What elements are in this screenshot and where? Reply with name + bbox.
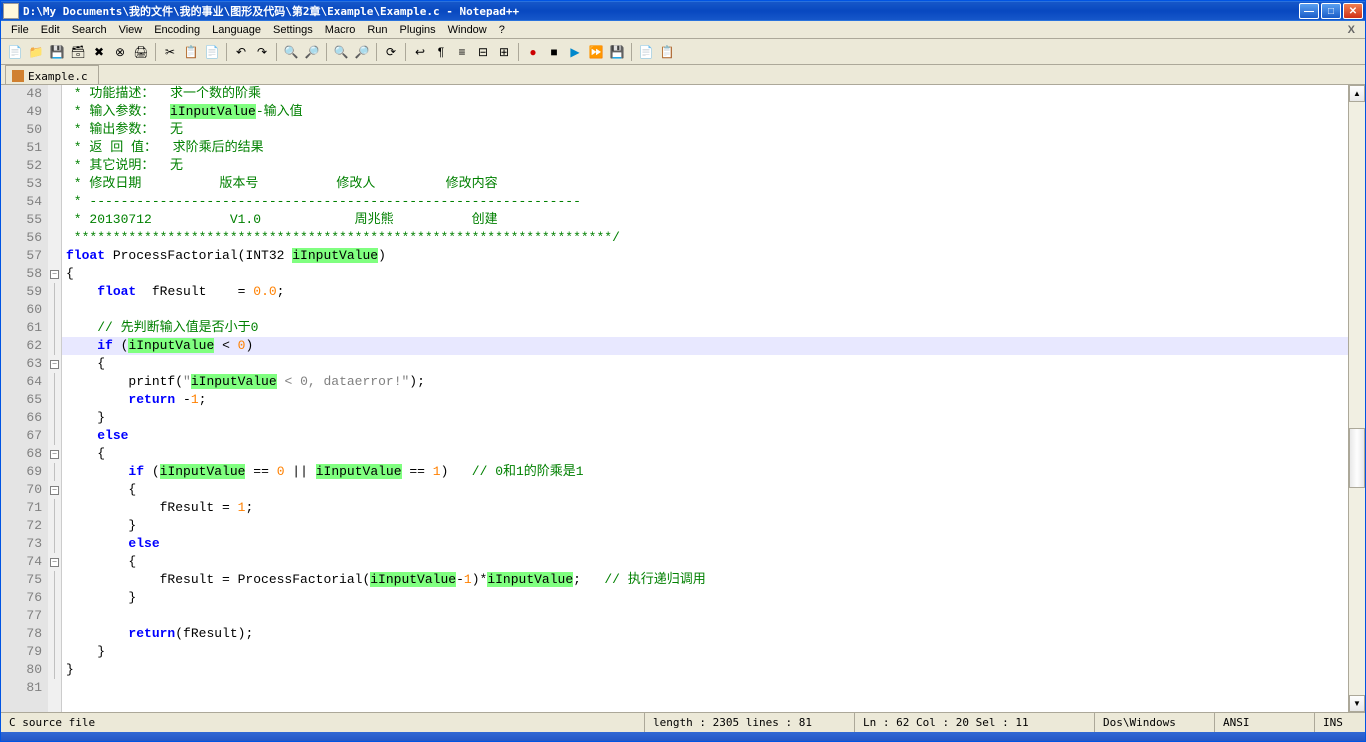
closefile-icon[interactable]: ✖ <box>89 42 109 62</box>
zoomout-icon[interactable]: 🔎 <box>352 42 372 62</box>
menu-view[interactable]: View <box>113 23 149 37</box>
cut-icon[interactable]: ✂ <box>160 42 180 62</box>
tab-bar: Example.c <box>1 65 1365 85</box>
closeall-icon[interactable]: ⊗ <box>110 42 130 62</box>
status-length: length : 2305 lines : 81 <box>645 713 855 732</box>
window-controls: — □ ✕ <box>1299 3 1363 19</box>
tab-example-c[interactable]: Example.c <box>5 65 99 84</box>
unfold-icon[interactable]: ⊞ <box>494 42 514 62</box>
open-icon[interactable]: 📁 <box>26 42 46 62</box>
toolbar-sep <box>376 43 377 61</box>
code-editor[interactable]: * 功能描述： 求一个数的阶乘 * 输入参数： iInputValue-输入值 … <box>62 85 1348 712</box>
status-encoding: ANSI <box>1215 713 1315 732</box>
find-icon[interactable]: 🔍 <box>281 42 301 62</box>
toolbar-sep <box>326 43 327 61</box>
savem-icon[interactable]: 💾 <box>607 42 627 62</box>
sync-icon[interactable]: ⟳ <box>381 42 401 62</box>
paste-icon[interactable]: 📄 <box>202 42 222 62</box>
status-mode: INS <box>1315 713 1365 732</box>
fold-column[interactable]: −−−−− <box>48 85 62 712</box>
vertical-scrollbar[interactable]: ▲ ▼ <box>1348 85 1365 712</box>
menu-settings[interactable]: Settings <box>267 23 319 37</box>
doc2-icon[interactable]: 📋 <box>657 42 677 62</box>
zoomin-icon[interactable]: 🔍 <box>331 42 351 62</box>
play-icon[interactable]: ▶ <box>565 42 585 62</box>
menu-edit[interactable]: Edit <box>35 23 66 37</box>
menu-close-x[interactable]: X <box>1342 24 1361 36</box>
editor-area[interactable]: 4849505152535455565758596061626364656667… <box>1 85 1365 712</box>
minimize-button[interactable]: — <box>1299 3 1319 19</box>
maximize-button[interactable]: □ <box>1321 3 1341 19</box>
taskbar[interactable] <box>1 732 1365 741</box>
status-bar: C source file length : 2305 lines : 81 L… <box>1 712 1365 732</box>
menu-run[interactable]: Run <box>361 23 393 37</box>
menu-encoding[interactable]: Encoding <box>148 23 206 37</box>
menu-bar: File Edit Search View Encoding Language … <box>1 21 1365 39</box>
toolbar: 📄 📁 💾 🗃 ✖ ⊗ 🖨 ✂ 📋 📄 ↶ ↷ 🔍 🔎 🔍 🔎 ⟳ ↩ ¶ ≡ … <box>1 39 1365 65</box>
rec-icon[interactable]: ● <box>523 42 543 62</box>
undo-icon[interactable]: ↶ <box>231 42 251 62</box>
menu-language[interactable]: Language <box>206 23 267 37</box>
menu-help[interactable]: ? <box>493 23 511 37</box>
menu-window[interactable]: Window <box>442 23 493 37</box>
stop-icon[interactable]: ■ <box>544 42 564 62</box>
menu-file[interactable]: File <box>5 23 35 37</box>
fold-icon[interactable]: ⊟ <box>473 42 493 62</box>
saveall-icon[interactable]: 🗃 <box>68 42 88 62</box>
indent-icon[interactable]: ≡ <box>452 42 472 62</box>
scroll-thumb[interactable] <box>1349 428 1365 488</box>
scroll-track[interactable] <box>1349 102 1365 695</box>
status-eol: Dos\Windows <box>1095 713 1215 732</box>
menu-plugins[interactable]: Plugins <box>394 23 442 37</box>
playm-icon[interactable]: ⏩ <box>586 42 606 62</box>
replace-icon[interactable]: 🔎 <box>302 42 322 62</box>
toolbar-sep <box>405 43 406 61</box>
save-icon[interactable]: 💾 <box>47 42 67 62</box>
copy-icon[interactable]: 📋 <box>181 42 201 62</box>
toolbar-sep <box>518 43 519 61</box>
close-button[interactable]: ✕ <box>1343 3 1363 19</box>
tab-label: Example.c <box>28 70 88 83</box>
scroll-down-icon[interactable]: ▼ <box>1349 695 1365 712</box>
print-icon[interactable]: 🖨 <box>131 42 151 62</box>
scroll-up-icon[interactable]: ▲ <box>1349 85 1365 102</box>
toolbar-sep <box>155 43 156 61</box>
redo-icon[interactable]: ↷ <box>252 42 272 62</box>
toolbar-sep <box>631 43 632 61</box>
toolbar-sep <box>276 43 277 61</box>
toolbar-sep <box>226 43 227 61</box>
wrap-icon[interactable]: ↩ <box>410 42 430 62</box>
window-title: D:\My Documents\我的文件\我的事业\图形及代码\第2章\Exam… <box>23 3 1299 19</box>
status-pos: Ln : 62 Col : 20 Sel : 11 <box>855 713 1095 732</box>
menu-search[interactable]: Search <box>66 23 113 37</box>
app-icon <box>3 3 19 19</box>
file-icon <box>12 70 24 82</box>
chars-icon[interactable]: ¶ <box>431 42 451 62</box>
status-filetype: C source file <box>1 713 645 732</box>
line-number-gutter: 4849505152535455565758596061626364656667… <box>1 85 48 712</box>
title-bar: D:\My Documents\我的文件\我的事业\图形及代码\第2章\Exam… <box>1 1 1365 21</box>
new-icon[interactable]: 📄 <box>5 42 25 62</box>
doc1-icon[interactable]: 📄 <box>636 42 656 62</box>
menu-macro[interactable]: Macro <box>319 23 362 37</box>
